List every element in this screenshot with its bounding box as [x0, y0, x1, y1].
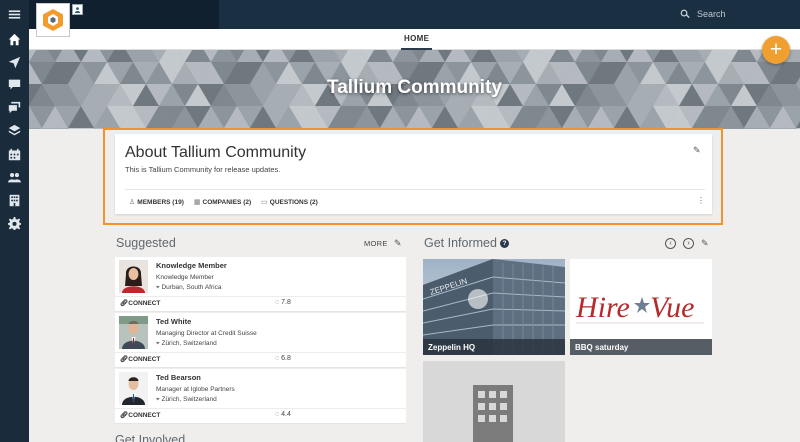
- about-description: This is Tallium Community for release up…: [125, 165, 281, 174]
- logo-word-1: Hire: [575, 291, 630, 324]
- community-logo[interactable]: [36, 3, 70, 37]
- score-value: 4.4: [281, 411, 291, 418]
- search-box[interactable]: [680, 6, 800, 22]
- edit-pencil-icon[interactable]: ✎: [693, 145, 701, 156]
- pattern-triangle: [29, 128, 42, 129]
- community-banner: Tallium Community: [29, 50, 800, 129]
- person-role: Manager at Iglobe Partners: [156, 386, 235, 393]
- avatar[interactable]: [119, 316, 148, 349]
- layers-icon[interactable]: [0, 119, 29, 141]
- person-role: Knowledge Member: [156, 274, 214, 281]
- connect-label: CONNECT: [128, 412, 161, 419]
- avatar[interactable]: [119, 260, 148, 293]
- chat-icon[interactable]: [0, 96, 29, 118]
- person-actions: 🔗︎CONNECT ◌ 7.8: [115, 296, 406, 309]
- chevron-right-icon[interactable]: ›: [683, 238, 694, 249]
- divider: [125, 189, 705, 190]
- news-tile[interactable]: ZEPPELIN Zeppelin HQ: [423, 259, 565, 355]
- secondary-logo-icon[interactable]: [72, 4, 83, 15]
- tile-caption: Zeppelin HQ: [423, 339, 565, 355]
- suggested-person-card: Ted Bearson Manager at Iglobe Partners ⌖…: [115, 369, 406, 424]
- connect-button[interactable]: 🔗︎CONNECT: [120, 355, 160, 363]
- menu-icon[interactable]: [0, 3, 29, 25]
- people-icon[interactable]: [0, 166, 29, 188]
- more-options-icon[interactable]: ⋮: [697, 196, 705, 205]
- person-name[interactable]: Ted Bearson: [156, 373, 201, 382]
- questions-label: QUESTIONS (2): [269, 198, 318, 206]
- about-card: About Tallium Community This is Tallium …: [115, 134, 712, 214]
- home-icon[interactable]: [0, 28, 29, 50]
- get-involved-title: Get Involved: [115, 433, 186, 442]
- person-location: ⌖ Durban, South Africa: [156, 284, 222, 291]
- connect-button[interactable]: 🔗︎CONNECT: [120, 299, 160, 307]
- add-button[interactable]: +: [762, 36, 790, 64]
- news-tile-placeholder[interactable]: [423, 361, 565, 442]
- left-nav-rail: [0, 0, 29, 442]
- send-icon[interactable]: [0, 51, 29, 73]
- member-icon: ♙: [129, 199, 136, 206]
- tab-home[interactable]: HOME: [401, 29, 433, 50]
- get-informed-label: Get Informed: [424, 236, 497, 250]
- pattern-triangle: [744, 128, 770, 129]
- location-text: Durban, South Africa: [161, 284, 222, 291]
- companies-label: COMPANIES (2): [202, 198, 252, 206]
- search-input[interactable]: [697, 9, 797, 19]
- suggested-title: Suggested: [116, 236, 176, 250]
- match-score: ◌ 7.8: [275, 299, 291, 306]
- tab-bar: HOME: [29, 29, 800, 50]
- location-text: Zürich, Switzerland: [161, 396, 217, 403]
- help-icon[interactable]: ?: [499, 239, 509, 249]
- pattern-triangle: [796, 128, 800, 129]
- person-name[interactable]: Ted White: [156, 317, 191, 326]
- pattern-triangle: [68, 128, 94, 129]
- connect-button[interactable]: 🔗︎CONNECT: [120, 411, 160, 419]
- person-actions: 🔗︎CONNECT ◌ 4.4: [115, 408, 406, 421]
- person-role: Managing Director at Credit Suisse: [156, 330, 257, 337]
- suggested-person-card: Ted White Managing Director at Credit Su…: [115, 313, 406, 368]
- hexagon-logo-icon: [43, 9, 63, 31]
- pattern-triangle: [770, 128, 796, 129]
- community-stats: ♙ MEMBERS (19) ▦ COMPANIES (2) ▭ QUESTIO…: [129, 198, 318, 207]
- suggested-edit-pencil-icon[interactable]: ✎: [394, 238, 402, 249]
- get-informed-title: Get Informed?: [424, 236, 509, 250]
- person-name[interactable]: Knowledge Member: [156, 261, 227, 270]
- building-placeholder-icon: [473, 385, 513, 442]
- members-label: MEMBERS (19): [137, 198, 184, 206]
- avatar[interactable]: [119, 372, 148, 405]
- pattern-triangle: [42, 128, 68, 129]
- company-icon: ▦: [193, 199, 201, 206]
- connect-label: CONNECT: [128, 356, 161, 363]
- tile-caption: BBQ saturday: [570, 339, 712, 355]
- news-tile[interactable]: Hire Vue BBQ saturday: [570, 259, 712, 355]
- questions-link[interactable]: ▭ QUESTIONS (2): [261, 198, 318, 207]
- suggested-person-card: Knowledge Member Knowledge Member ⌖ Durb…: [115, 257, 406, 312]
- community-title: Tallium Community: [327, 77, 502, 98]
- location-text: Zürich, Switzerland: [161, 340, 217, 347]
- score-value: 7.8: [281, 299, 291, 306]
- chevron-left-icon[interactable]: ‹: [665, 238, 676, 249]
- match-score: ◌ 6.8: [275, 355, 291, 362]
- gear-icon[interactable]: [0, 212, 29, 234]
- companies-link[interactable]: ▦ COMPANIES (2): [193, 198, 252, 207]
- logo-word-2: Vue: [650, 291, 694, 324]
- person-location: ⌖ Zürich, Switzerland: [156, 396, 217, 403]
- suggested-more-button[interactable]: MORE: [364, 239, 388, 248]
- question-icon: ▭: [261, 199, 268, 206]
- calendar-icon[interactable]: [0, 143, 29, 165]
- person-actions: 🔗︎CONNECT ◌ 6.8: [115, 352, 406, 365]
- get-informed-edit-pencil-icon[interactable]: ✎: [701, 238, 709, 249]
- building-icon[interactable]: [0, 189, 29, 211]
- match-score: ◌ 4.4: [275, 411, 291, 418]
- search-icon: [680, 9, 690, 19]
- members-link[interactable]: ♙ MEMBERS (19): [129, 198, 184, 207]
- about-title: About Tallium Community: [125, 144, 307, 161]
- comment-icon[interactable]: [0, 73, 29, 95]
- connect-label: CONNECT: [128, 300, 161, 307]
- person-location: ⌖ Zürich, Switzerland: [156, 340, 217, 347]
- score-value: 6.8: [281, 355, 291, 362]
